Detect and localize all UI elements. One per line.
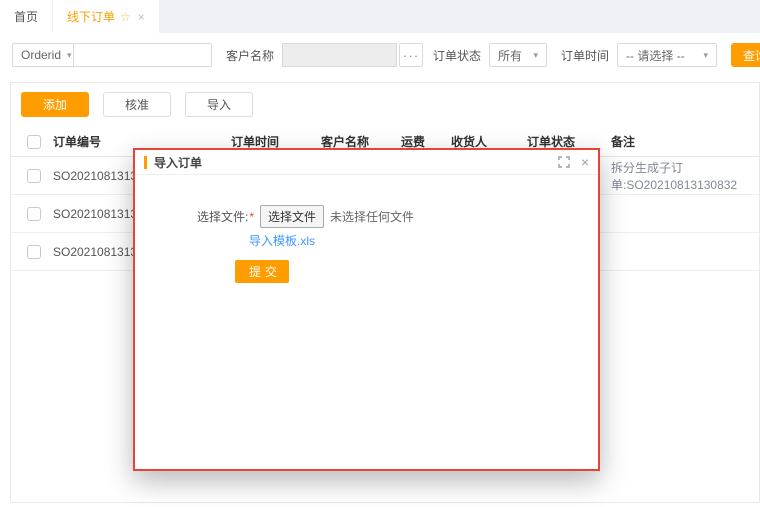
row-checkbox[interactable] <box>27 207 41 221</box>
tab-offline-orders[interactable]: 线下订单 ☆ × <box>53 0 160 33</box>
customer-name-label: 客户名称 <box>226 47 274 64</box>
customer-name-input-wrap <box>282 43 397 67</box>
select-all-checkbox[interactable] <box>27 135 41 149</box>
row-checkbox[interactable] <box>27 169 41 183</box>
order-time-select[interactable]: -- 请选择 -- ▾ <box>617 43 717 67</box>
customer-name-input[interactable] <box>291 48 388 62</box>
no-file-selected-text: 未选择任何文件 <box>330 208 414 225</box>
close-icon[interactable]: × <box>581 155 589 169</box>
import-order-modal: 导入订单 × 选择文件:* 选择文件 未选择任何文件 导入模板.xls 提交 <box>133 148 600 471</box>
order-status-select[interactable]: 所有 ▾ <box>489 43 547 67</box>
choose-file-button[interactable]: 选择文件 <box>260 205 324 228</box>
title-accent-bar <box>144 156 147 169</box>
tab-close-icon[interactable]: × <box>138 10 145 24</box>
import-template-link[interactable]: 导入模板.xls <box>249 232 315 249</box>
tab-home[interactable]: 首页 <box>0 0 53 33</box>
col-remark: 备注 <box>611 133 759 150</box>
order-time-label: 订单时间 <box>561 47 609 64</box>
order-status-selected: 所有 <box>498 47 522 64</box>
customer-picker-button[interactable]: ··· <box>399 43 423 67</box>
order-status-label: 订单状态 <box>433 47 481 64</box>
keyword-input-wrap <box>73 43 212 67</box>
submit-button[interactable]: 提交 <box>235 260 289 283</box>
order-time-selected: -- 请选择 -- <box>626 47 685 64</box>
chevron-down-icon: ▾ <box>704 50 709 61</box>
modal-header[interactable]: 导入订单 × <box>135 150 598 175</box>
chevron-down-icon: ▾ <box>534 50 539 61</box>
action-toolbar: 添加 核准 导入 <box>11 83 759 125</box>
chevron-down-icon: ▾ <box>67 50 72 61</box>
import-button[interactable]: 导入 <box>185 92 253 117</box>
keyword-input[interactable] <box>82 48 203 62</box>
required-mark: * <box>249 210 254 224</box>
tab-bar: 首页 线下订单 ☆ × <box>0 0 760 33</box>
row-checkbox[interactable] <box>27 245 41 259</box>
add-button[interactable]: 添加 <box>21 92 89 117</box>
tab-offline-orders-label: 线下订单 <box>67 8 115 25</box>
filter-bar: Orderid ▾ 客户名称 ··· 订单状态 所有 ▾ 订单时间 -- 请选择… <box>12 43 760 67</box>
maximize-icon[interactable] <box>558 156 570 168</box>
remark: 拆分生成子订单:SO20210813130832 <box>611 159 759 193</box>
modal-body: 选择文件:* 选择文件 未选择任何文件 导入模板.xls 提交 <box>135 205 598 283</box>
search-button[interactable]: 查询 <box>731 43 760 67</box>
file-field-label: 选择文件: <box>197 208 248 225</box>
approve-button[interactable]: 核准 <box>103 92 171 117</box>
search-field-select[interactable]: Orderid ▾ <box>12 43 74 67</box>
favorite-star-icon[interactable]: ☆ <box>120 10 131 24</box>
tab-home-label: 首页 <box>14 8 38 25</box>
modal-title: 导入订单 <box>154 154 202 171</box>
search-field-selected: Orderid <box>21 48 61 62</box>
